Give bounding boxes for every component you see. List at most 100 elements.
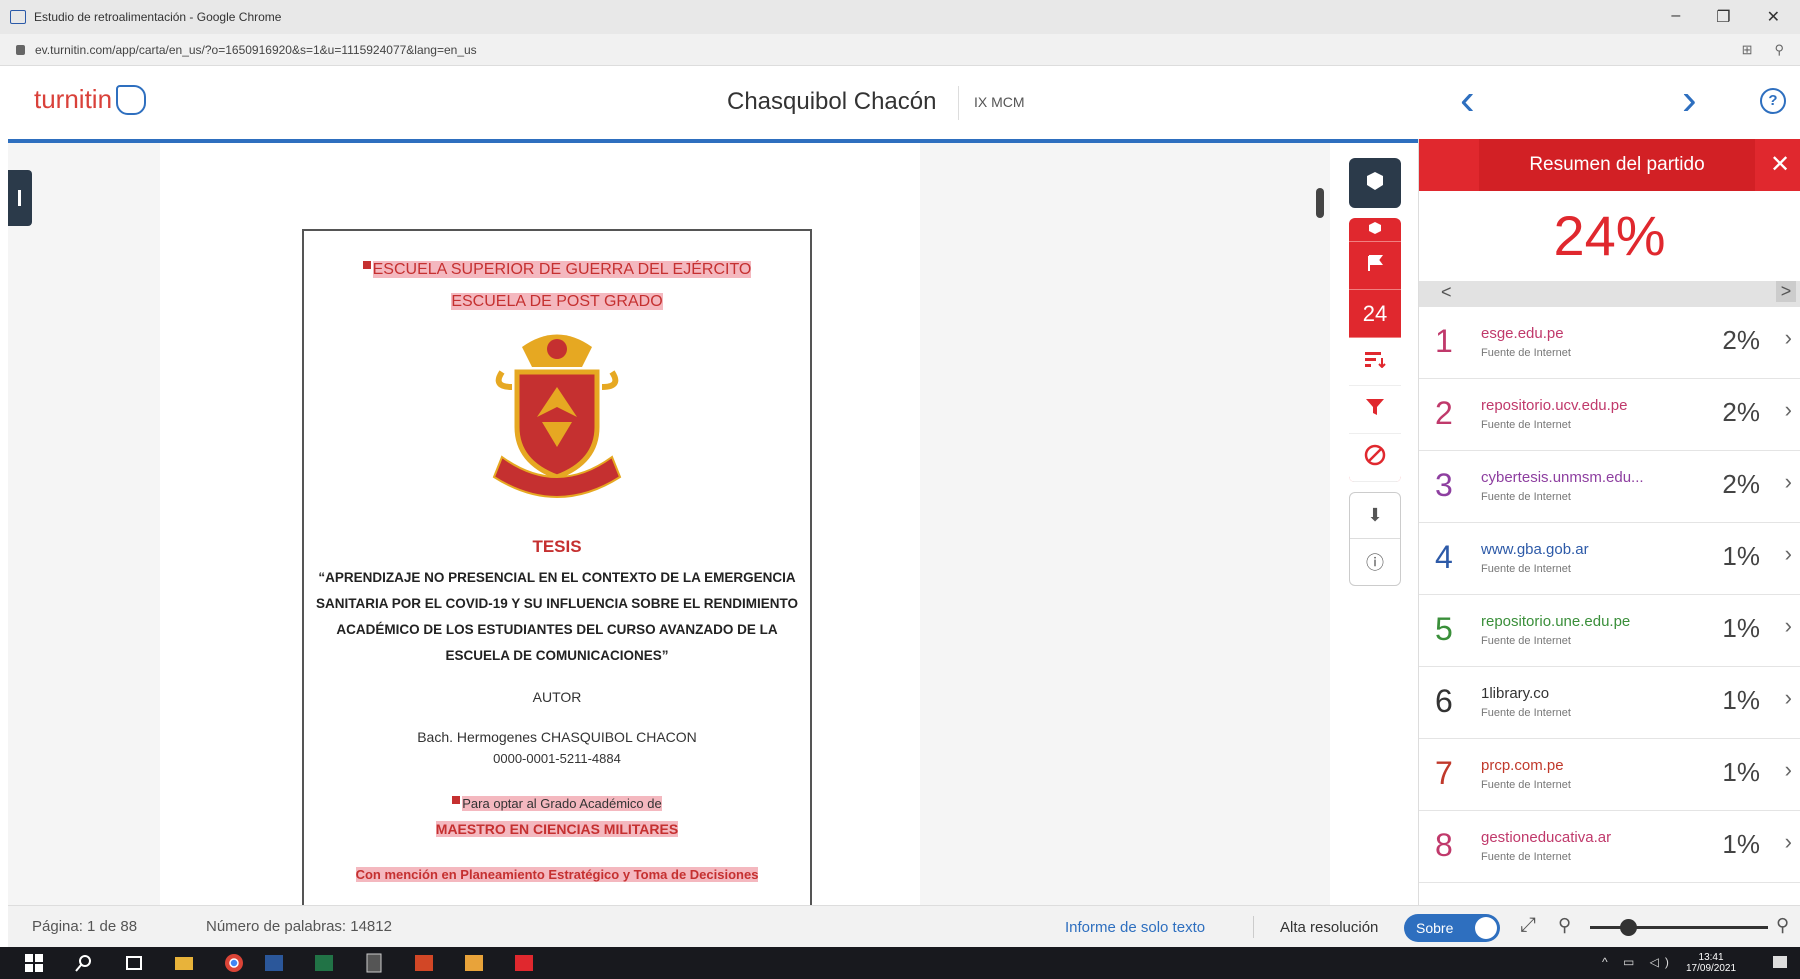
task-view-icon[interactable]	[124, 953, 144, 973]
source-row[interactable]: 4 www.gba.gob.ar Fuente de Internet 1% ›	[1419, 523, 1800, 595]
source-type: Fuente de Internet	[1481, 635, 1571, 647]
windows-start-icon[interactable]	[24, 953, 44, 973]
source-rank: 6	[1435, 683, 1453, 719]
flag-button[interactable]	[1349, 242, 1401, 290]
source-name[interactable]: repositorio.ucv.edu.pe	[1481, 397, 1627, 414]
clock-time: 13:41	[1698, 952, 1724, 963]
chevron-right-icon[interactable]: ›	[1785, 325, 1792, 351]
powerpoint-icon[interactable]	[414, 953, 434, 973]
download-icon: ⬇	[1367, 505, 1383, 525]
filter-button[interactable]	[1349, 386, 1401, 434]
text-only-report-link[interactable]: Informe de solo texto	[1065, 919, 1205, 936]
fullscreen-icon[interactable]: ⤢	[1520, 914, 1536, 937]
turnitin-logo: turnitin	[34, 84, 147, 115]
tool-strip: 24 ⬇ ⓘ	[1349, 158, 1401, 586]
zoom-in-icon[interactable]: ⚲	[1776, 915, 1789, 936]
next-paper-button[interactable]: ›	[1682, 78, 1697, 122]
notifications-icon[interactable]	[1770, 953, 1790, 973]
panel-header: Resumen del partido ✕	[1419, 139, 1800, 191]
source-name[interactable]: esge.edu.pe	[1481, 325, 1564, 342]
source-row[interactable]: 6 1library.co Fuente de Internet 1% ›	[1419, 667, 1800, 739]
source-name[interactable]: cybertesis.unmsm.edu...	[1481, 469, 1644, 486]
chevron-right-icon[interactable]: ›	[1785, 829, 1792, 855]
chevron-right-icon[interactable]: ›	[1785, 397, 1792, 423]
zoom-out-icon[interactable]: ⚲	[1558, 915, 1571, 936]
source-type: Fuente de Internet	[1481, 347, 1571, 359]
close-window-button[interactable]: ✕	[1767, 7, 1780, 27]
source-rank: 2	[1435, 395, 1453, 431]
match-summary-panel: Resumen del partido ✕ 24% < > 1 esge.edu.…	[1418, 139, 1800, 905]
info-icon: ⓘ	[1366, 553, 1384, 573]
high-resolution-toggle[interactable]: Sobre	[1404, 914, 1500, 942]
restore-button[interactable]: ❐	[1716, 7, 1730, 27]
source-type: Fuente de Internet	[1481, 851, 1571, 863]
chevron-right-icon[interactable]: ›	[1785, 685, 1792, 711]
system-tray-icons[interactable]: ^ ▭ ◁)	[1602, 955, 1675, 969]
source-name[interactable]: prcp.com.pe	[1481, 757, 1564, 774]
zoom-icon[interactable]: ⚲	[1774, 42, 1784, 58]
doc-author-label: AUTOR	[532, 689, 582, 705]
help-icon[interactable]: ?	[1760, 88, 1786, 114]
media-icon[interactable]	[464, 953, 484, 973]
download-button[interactable]: ⬇	[1350, 493, 1400, 539]
file-explorer-icon[interactable]	[174, 953, 194, 973]
source-rank: 8	[1435, 827, 1453, 863]
previous-paper-button[interactable]: ‹	[1460, 78, 1475, 122]
source-percent: 1%	[1722, 541, 1760, 571]
layers-button[interactable]	[1349, 158, 1401, 208]
doc-tesis-label: TESIS	[532, 537, 582, 556]
match-marker[interactable]	[452, 796, 461, 804]
windows-taskbar: ^ ▭ ◁) 13:41 17/09/2021	[0, 947, 1800, 979]
close-panel-button[interactable]: ✕	[1760, 139, 1800, 191]
pager-next-button[interactable]: >	[1776, 281, 1796, 302]
exclude-button[interactable]	[1349, 434, 1401, 482]
info-button[interactable]: ⓘ	[1350, 539, 1400, 585]
url-text[interactable]: ev.turnitin.com/app/carta/en_us/?o=16509…	[35, 43, 1742, 57]
pager-prev-button[interactable]: <	[1441, 282, 1452, 303]
status-divider	[1253, 916, 1254, 938]
source-percent: 1%	[1722, 757, 1760, 787]
source-name[interactable]: www.gba.gob.ar	[1481, 541, 1589, 558]
excel-icon[interactable]	[314, 953, 334, 973]
viewer-scrollbar[interactable]	[1316, 188, 1324, 218]
chevron-right-icon[interactable]: ›	[1785, 757, 1792, 783]
word-count: Número de palabras: 14812	[206, 918, 392, 935]
source-name[interactable]: gestioneducativa.ar	[1481, 829, 1611, 846]
source-name[interactable]: 1library.co	[1481, 685, 1549, 702]
block-icon	[1364, 444, 1386, 471]
search-icon[interactable]	[74, 953, 94, 973]
source-rank: 7	[1435, 755, 1453, 791]
match-marker[interactable]	[362, 261, 371, 269]
source-name[interactable]: repositorio.une.edu.pe	[1481, 613, 1630, 630]
chevron-right-icon[interactable]: ›	[1785, 613, 1792, 639]
source-row[interactable]: 5 repositorio.une.edu.pe Fuente de Interne…	[1419, 595, 1800, 667]
acrobat-icon[interactable]	[514, 953, 534, 973]
chevron-right-icon[interactable]: ›	[1785, 541, 1792, 567]
source-row[interactable]: 8 gestioneducativa.ar Fuente de Internet 1%…	[1419, 811, 1800, 883]
minimize-button[interactable]: –	[1671, 7, 1680, 27]
clock-date: 17/09/2021	[1686, 963, 1737, 974]
chevron-right-icon[interactable]: ›	[1785, 469, 1792, 495]
address-bar[interactable]: ev.turnitin.com/app/carta/en_us/?o=16509…	[0, 34, 1800, 66]
word-icon[interactable]	[264, 953, 284, 973]
source-row[interactable]: 1 esge.edu.pe Fuente de Internet 2% ›	[1419, 307, 1800, 379]
calculator-icon[interactable]	[364, 953, 384, 973]
source-rank: 3	[1435, 467, 1453, 503]
similarity-layer-button[interactable]	[1349, 218, 1401, 242]
taskbar-clock[interactable]: 13:41 17/09/2021	[1686, 952, 1736, 974]
zoom-slider-knob[interactable]	[1620, 919, 1637, 936]
source-row[interactable]: 2 repositorio.ucv.edu.pe Fuente de Interne…	[1419, 379, 1800, 451]
match-overview-button[interactable]: 24	[1349, 290, 1401, 338]
doc-degree: MAESTRO EN CIENCIAS MILITARES	[435, 821, 679, 837]
source-type: Fuente de Internet	[1481, 491, 1571, 503]
translate-icon[interactable]: ⊞	[1742, 42, 1753, 58]
side-panel-toggle[interactable]	[8, 170, 32, 226]
source-row[interactable]: 3 cybertesis.unmsm.edu... Fuente de Intern…	[1419, 451, 1800, 523]
logo-text: turnitin	[34, 84, 113, 114]
address-bar-icons: ⊞ ⚲	[1742, 42, 1784, 58]
doc-author-name: Bach. Hermogenes CHASQUIBOL CHACON	[417, 729, 697, 745]
source-row[interactable]: 7 prcp.com.pe Fuente de Internet 1% ›	[1419, 739, 1800, 811]
all-sources-button[interactable]	[1349, 338, 1401, 386]
zoom-slider[interactable]	[1590, 919, 1768, 936]
chrome-icon[interactable]	[224, 953, 244, 973]
